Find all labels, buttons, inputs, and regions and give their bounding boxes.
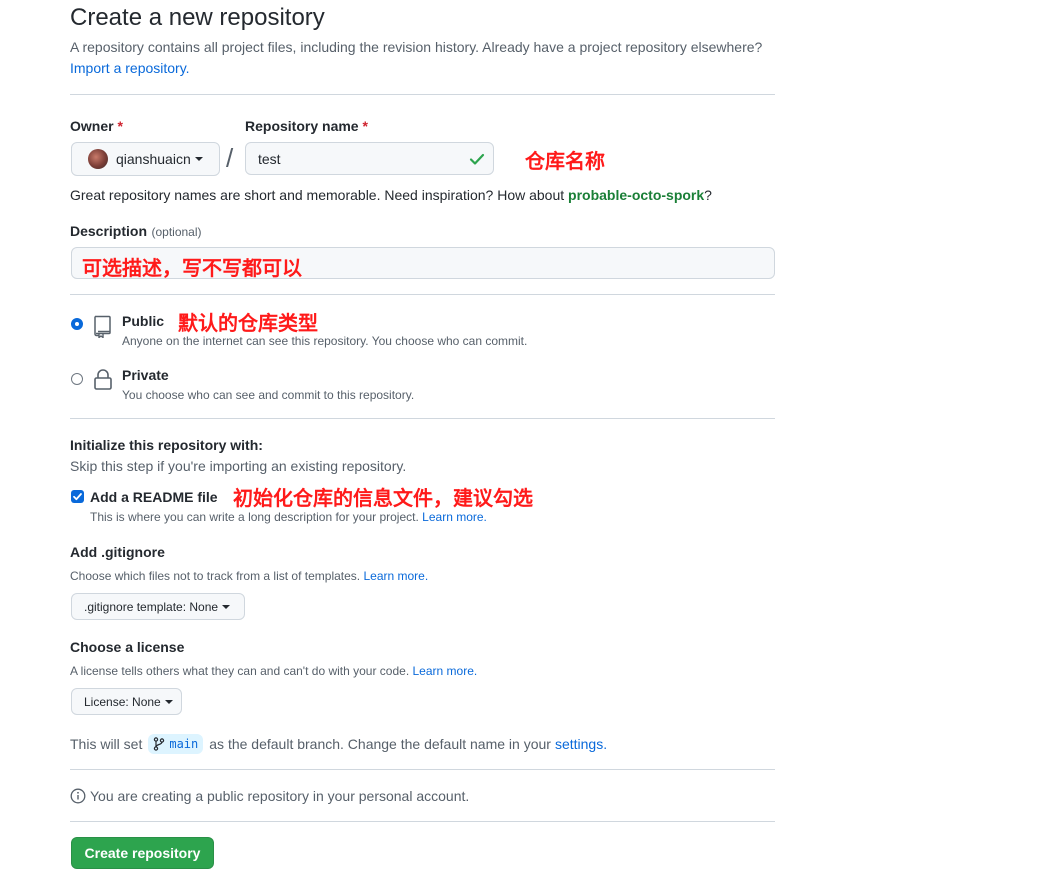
avatar [88, 149, 108, 169]
create-repository-button[interactable]: Create repository [71, 837, 214, 869]
page-subtitle: A repository contains all project files,… [70, 37, 775, 79]
readme-label[interactable]: Add a README file [90, 489, 218, 505]
owner-repo-separator: / [226, 143, 234, 173]
description-input[interactable]: 可选描述，写不写都可以 [71, 247, 775, 280]
repo-name-label: Repository name * [245, 118, 368, 134]
license-desc-text: A license tells others what they can and… [70, 664, 410, 678]
info-icon [70, 788, 86, 804]
gitignore-select-label: .gitignore template: None [84, 599, 219, 614]
branch-name: main [169, 737, 199, 751]
owner-value: qianshuaicn [116, 151, 191, 167]
public-label: Public [122, 313, 165, 329]
settings-link[interactable]: settings. [555, 736, 607, 752]
description-label: Description (optional) [70, 223, 202, 241]
readme-checkbox[interactable] [71, 490, 84, 503]
license-title: Choose a license [70, 639, 185, 655]
public-radio[interactable] [71, 318, 83, 330]
public-description: Anyone on the internet can see this repo… [122, 334, 528, 348]
chevron-down-icon [222, 604, 231, 609]
divider [70, 418, 775, 419]
divider [70, 294, 775, 295]
gitignore-title: Add .gitignore [70, 544, 165, 560]
readme-description: This is where you can write a long descr… [90, 510, 487, 524]
gitignore-desc-text: Choose which files not to track from a l… [70, 569, 361, 583]
repo-book-icon [94, 315, 111, 338]
license-learn-more-link[interactable]: Learn more. [413, 664, 478, 678]
divider [70, 769, 775, 770]
description-optional: (optional) [151, 225, 202, 239]
repo-name-input[interactable]: test [245, 142, 494, 175]
readme-learn-more-link[interactable]: Learn more. [422, 510, 487, 524]
name-suggestion: Great repository names are short and mem… [70, 187, 712, 203]
chevron-down-icon [194, 157, 203, 161]
repo-name-required-mark: * [362, 118, 368, 134]
info-text: You are creating a public repository in … [90, 788, 470, 804]
init-subtitle: Skip this step if you're importing an ex… [70, 458, 407, 474]
visibility-annotation: 默认的仓库类型 [178, 311, 318, 335]
import-repository-link[interactable]: Import a repository. [70, 60, 190, 76]
owner-select[interactable]: qianshuaicn [71, 142, 220, 176]
owner-required-mark: * [117, 118, 123, 134]
description-label-text: Description [70, 223, 148, 239]
owner-label-text: Owner [70, 118, 114, 134]
init-title: Initialize this repository with: [70, 437, 263, 453]
repo-name-value: test [258, 151, 281, 167]
repo-name-label-text: Repository name [245, 118, 359, 134]
divider [70, 821, 775, 822]
description-annotation: 可选描述，写不写都可以 [82, 256, 302, 280]
private-radio[interactable] [71, 373, 83, 385]
private-description: You choose who can see and commit to thi… [122, 388, 415, 402]
default-branch-note: This will set main as the default branch… [70, 734, 607, 754]
gitignore-learn-more-link[interactable]: Learn more. [363, 569, 428, 583]
readme-desc-text: This is where you can write a long descr… [90, 510, 419, 524]
branch-middle-text: as the default branch. Change the defaul… [209, 736, 551, 752]
subtitle-text: A repository contains all project files,… [70, 39, 763, 55]
visibility-info: You are creating a public repository in … [70, 788, 469, 804]
suggested-name-link[interactable]: probable-octo-spork [568, 187, 704, 203]
git-branch-icon [154, 737, 165, 751]
readme-annotation: 初始化仓库的信息文件，建议勾选 [233, 486, 533, 510]
branch-badge: main [148, 734, 204, 754]
suggestion-end: ? [704, 187, 712, 203]
branch-prefix: This will set [70, 736, 143, 752]
license-select[interactable]: License: None [71, 688, 182, 715]
check-icon [469, 153, 485, 165]
gitignore-description: Choose which files not to track from a l… [70, 569, 428, 583]
lock-icon [94, 369, 112, 390]
page-title: Create a new repository [70, 4, 325, 31]
private-label: Private [122, 367, 169, 383]
license-description: A license tells others what they can and… [70, 664, 477, 678]
gitignore-template-select[interactable]: .gitignore template: None [71, 593, 245, 620]
owner-label: Owner * [70, 118, 123, 134]
license-select-label: License: None [84, 694, 161, 709]
checkmark-icon [73, 493, 82, 501]
suggestion-text: Great repository names are short and mem… [70, 187, 565, 203]
repo-name-annotation: 仓库名称 [525, 149, 605, 173]
chevron-down-icon [164, 699, 173, 704]
divider [70, 94, 775, 95]
